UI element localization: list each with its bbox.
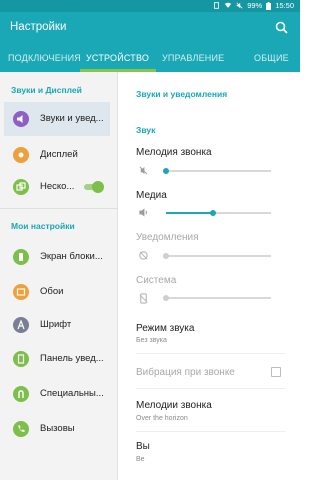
vibration-checkbox[interactable] [271, 367, 281, 377]
tab-controls[interactable]: УПРАВЛЕНИЕ [162, 53, 224, 63]
slider-rail [166, 297, 271, 299]
sidebar-item-wallpaper[interactable]: Обои [4, 275, 110, 309]
content-header: Звуки и уведомления [136, 89, 228, 99]
lockscreen-icon [13, 249, 29, 265]
notifications-volume-label: Уведомления [136, 232, 199, 243]
sidebar-item-lockscreen[interactable]: Экран блоки... [4, 240, 110, 274]
slider-fill [166, 212, 214, 214]
wallpaper-icon [13, 284, 29, 300]
sidebar-divider [0, 208, 118, 209]
partial-setting-value: Ве [136, 456, 145, 463]
notification-panel-icon [13, 351, 29, 367]
clock: 15:50 [275, 1, 294, 10]
accessibility-icon [13, 386, 29, 402]
multiwindow-icon [13, 179, 29, 195]
sidebar-section-sound-display: Звуки и Дисплей [11, 85, 82, 95]
sidebar-item-label: Шрифт [40, 319, 72, 330]
ringtones-value: Over the horizon [136, 415, 188, 422]
sidebar-item-accessibility[interactable]: Специальны... [4, 377, 110, 411]
brightness-icon [13, 147, 29, 163]
toggle-knob [92, 181, 104, 193]
notification-icon [214, 2, 220, 9]
media-volume-label: Медиа [136, 190, 167, 201]
slider-rail [166, 255, 271, 257]
sidebar-item-label: Неско... [40, 181, 75, 192]
app-bar: Настройки [0, 12, 300, 44]
volume-icon [13, 111, 29, 127]
settings-content: Звуки и уведомления Звук Мелодия звонка … [119, 72, 300, 480]
slider-thumb[interactable] [163, 295, 169, 301]
ringtone-muted-icon [139, 166, 148, 175]
ringtone-volume-slider[interactable] [163, 166, 271, 176]
system-volume-slider[interactable] [163, 293, 271, 303]
battery-percent: 99% [247, 1, 263, 10]
mute-icon [236, 2, 243, 9]
sidebar-item-label: Специальны... [40, 388, 104, 399]
sidebar: Звуки и Дисплей Звуки и увед... Дисплей … [0, 72, 118, 480]
system-volume-label: Система [136, 275, 177, 286]
sidebar-item-label: Звуки и увед... [40, 113, 104, 124]
section-sound: Звук [136, 125, 156, 135]
tab-bar: ПОДКЛЮЧЕНИЯ УСТРОЙСТВО УПРАВЛЕНИЕ ОБЩИЕ [0, 44, 300, 72]
sidebar-item-label: Панель увед... [40, 353, 104, 364]
sidebar-item-display[interactable]: Дисплей [4, 138, 110, 172]
multiwindow-toggle[interactable] [82, 181, 104, 193]
search-icon[interactable] [274, 20, 290, 36]
sound-mode-value: Без звука [136, 337, 167, 344]
ringtones-label: Мелодии звонка [136, 400, 212, 411]
vibration-on-call-label: Вибрация при звонке [136, 367, 235, 378]
partial-setting-label: Вы [136, 441, 150, 452]
sidebar-item-label: Экран блоки... [40, 251, 103, 262]
divider [136, 431, 286, 432]
sidebar-section-my-settings: Мои настройки [11, 221, 75, 231]
tab-general[interactable]: ОБЩИЕ [254, 53, 289, 63]
ringtone-volume-label: Мелодия звонка [136, 147, 212, 158]
tab-device[interactable]: УСТРОЙСТВО [86, 53, 149, 63]
sidebar-item-notification-panel[interactable]: Панель увед... [4, 342, 110, 376]
phone-icon [13, 421, 29, 437]
divider [136, 353, 286, 354]
sidebar-item-multiwindow[interactable]: Неско... [4, 170, 110, 204]
battery-icon [266, 1, 272, 10]
font-icon [13, 317, 29, 333]
status-icons: 99% 15:50 [213, 1, 294, 10]
tab-connections[interactable]: ПОДКЛЮЧЕНИЯ [8, 53, 81, 63]
wifi-icon [225, 2, 232, 8]
sidebar-item-sounds[interactable]: Звуки и увед... [4, 102, 110, 136]
slider-thumb[interactable] [163, 253, 169, 259]
divider [136, 388, 286, 389]
notifications-muted-icon [139, 251, 148, 260]
sidebar-item-label: Дисплей [40, 149, 78, 160]
slider-thumb[interactable] [210, 210, 217, 216]
media-volume-slider[interactable] [166, 208, 271, 218]
system-muted-icon [139, 293, 148, 304]
sidebar-item-calls[interactable]: Вызовы [4, 412, 110, 446]
status-bar: 99% 15:50 [0, 0, 300, 12]
sidebar-item-font[interactable]: Шрифт [4, 308, 110, 342]
sidebar-item-label: Вызовы [40, 423, 75, 434]
slider-thumb[interactable] [163, 168, 169, 174]
media-volume-icon [139, 208, 147, 217]
slider-rail [166, 170, 271, 172]
sidebar-item-label: Обои [40, 286, 64, 297]
sound-mode-label: Режим звука [136, 323, 195, 334]
notifications-volume-slider[interactable] [163, 251, 271, 261]
page-title: Настройки [10, 21, 67, 33]
